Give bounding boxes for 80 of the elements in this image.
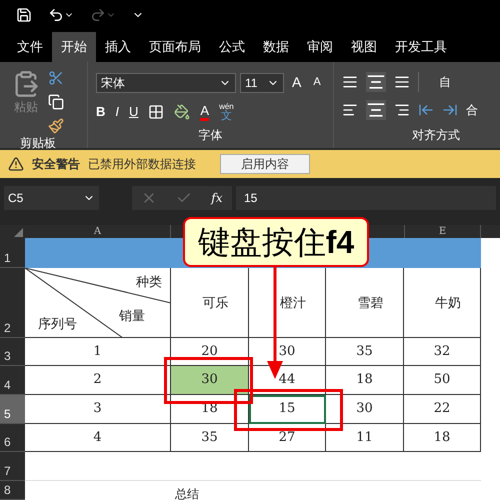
ribbon-tab[interactable]: 数据 xyxy=(254,32,298,62)
ribbon-tab[interactable]: 视图 xyxy=(342,32,386,62)
font-color-button[interactable]: A xyxy=(200,104,210,120)
formula-field[interactable]: 15 xyxy=(236,186,496,210)
insert-function-button[interactable]: fx xyxy=(211,189,223,207)
name-box[interactable]: C5 xyxy=(4,186,99,210)
column-header[interactable]: E xyxy=(438,224,446,239)
undo-icon[interactable] xyxy=(48,7,64,23)
ribbon-tab[interactable]: 页面布局 xyxy=(140,32,210,62)
phonetic-button[interactable]: wén 文 xyxy=(219,102,234,122)
table-cell: 32 xyxy=(404,338,481,366)
row-header[interactable]: 3 xyxy=(0,338,25,366)
italic-button[interactable]: I xyxy=(115,102,120,122)
enable-content-button[interactable]: 启用内容 xyxy=(220,154,310,174)
grow-font-button[interactable]: A xyxy=(288,72,306,93)
group-label: 对齐方式 xyxy=(412,127,461,144)
row-header[interactable]: 7 xyxy=(0,452,25,481)
cut-icon[interactable] xyxy=(48,70,64,86)
table-cell: 2 xyxy=(25,366,171,395)
header-label: 序列号 xyxy=(38,315,77,333)
increase-indent-icon[interactable] xyxy=(442,102,458,118)
save-icon[interactable] xyxy=(16,7,32,23)
table-cell: 18 xyxy=(404,424,481,452)
ribbon-tab[interactable]: 文件 xyxy=(8,32,52,62)
warning-message: 已禁用外部数据连接 xyxy=(88,156,196,173)
warning-icon xyxy=(8,156,24,172)
wrap-text-button[interactable]: 自 xyxy=(439,73,451,91)
font-size-dropdown[interactable]: 11 xyxy=(240,72,284,92)
table-cell: 3 xyxy=(25,395,171,424)
font-name-dropdown[interactable]: 宋体 xyxy=(96,72,236,92)
warning-title: 安全警告 xyxy=(32,156,80,173)
group-label: 字体 xyxy=(198,127,222,144)
column-title: 橙汁 xyxy=(280,294,306,312)
callout: 键盘按住f4 xyxy=(183,217,369,267)
row-header[interactable]: 8 xyxy=(0,481,25,500)
table-cell: 50 xyxy=(404,366,481,395)
column-title: 雪碧 xyxy=(358,294,384,312)
bold-button[interactable]: B xyxy=(96,102,106,122)
fill-color-icon[interactable] xyxy=(174,104,190,120)
column-header[interactable]: A xyxy=(94,224,102,239)
table-cell: 4 xyxy=(25,424,171,452)
row-header[interactable]: 5 xyxy=(0,395,25,424)
ribbon-tab[interactable]: 审阅 xyxy=(298,32,342,62)
column-title: 牛奶 xyxy=(435,294,461,312)
row-header[interactable]: 6 xyxy=(0,424,25,452)
decrease-indent-icon[interactable] xyxy=(418,102,434,118)
ribbon-tab[interactable]: 开发工具 xyxy=(386,32,456,62)
copy-icon[interactable] xyxy=(48,94,64,110)
table-cell: 30 xyxy=(326,395,404,424)
row-header[interactable]: 1 xyxy=(0,238,25,268)
table-cell: 22 xyxy=(404,395,481,424)
table-cell: 35 xyxy=(326,338,404,366)
column-title: 可乐 xyxy=(202,294,228,312)
shrink-font-button[interactable]: A xyxy=(309,74,325,91)
align-center-icon[interactable] xyxy=(366,100,386,120)
align-top-icon[interactable] xyxy=(342,74,358,90)
table-cell: 11 xyxy=(326,424,404,452)
ribbon-tab[interactable]: 开始 xyxy=(52,32,96,62)
align-middle-icon[interactable] xyxy=(366,72,386,92)
row-header[interactable]: 4 xyxy=(0,366,25,395)
borders-icon[interactable] xyxy=(148,104,164,120)
header-label: 销量 xyxy=(119,307,145,325)
ribbon-tab[interactable]: 公式 xyxy=(210,32,254,62)
table-cell: 30 xyxy=(171,366,249,395)
row-header[interactable]: 2 xyxy=(0,268,25,338)
align-right-icon[interactable] xyxy=(394,102,410,118)
underline-button[interactable]: U xyxy=(129,102,138,122)
summary-label: 总结 xyxy=(175,487,199,500)
table-cell: 35 xyxy=(171,424,249,452)
table-cell: 30 xyxy=(249,338,326,366)
align-bottom-icon[interactable] xyxy=(394,74,410,90)
table-cell: 15 xyxy=(249,395,326,424)
header-label: 种类 xyxy=(136,273,162,291)
merge-button[interactable]: 合 xyxy=(466,101,478,119)
align-left-icon[interactable] xyxy=(342,102,358,118)
ribbon-tab[interactable]: 插入 xyxy=(96,32,140,62)
table-cell: 1 xyxy=(25,338,171,366)
table-cell: 18 xyxy=(326,366,404,395)
group-label: 剪贴板 xyxy=(19,135,57,152)
format-painter-icon[interactable] xyxy=(48,118,64,134)
